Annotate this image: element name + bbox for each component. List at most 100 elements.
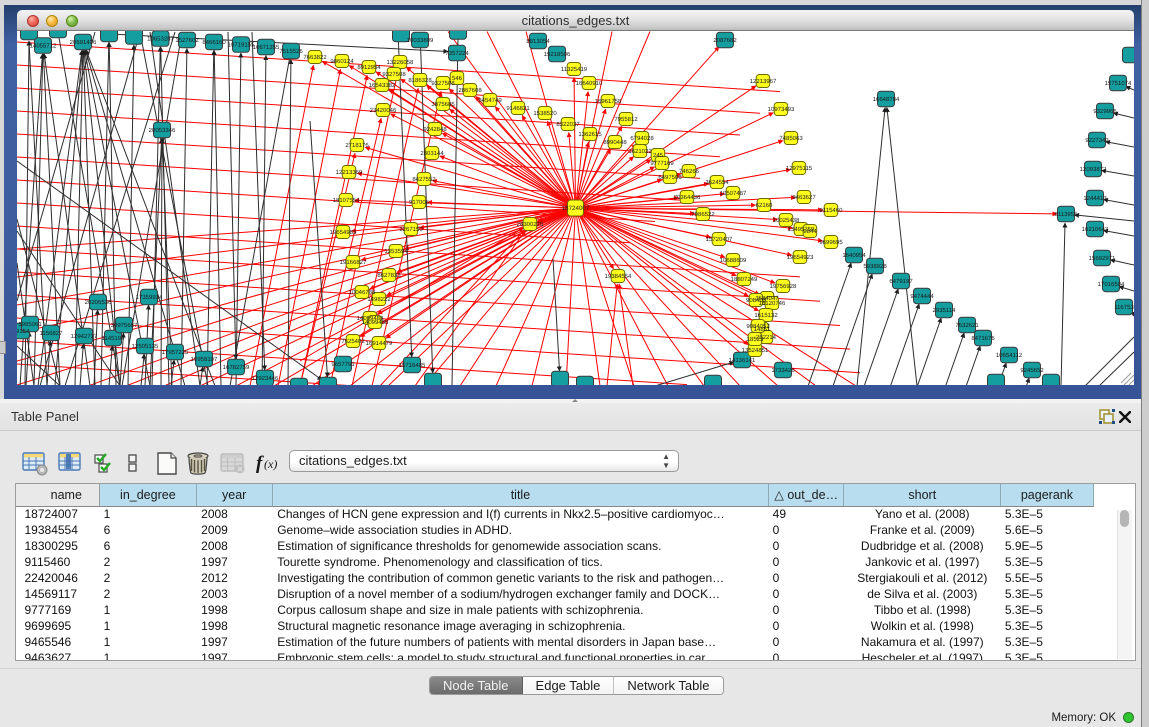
- svg-text:2087682: 2087682: [713, 37, 737, 44]
- svg-text:1538520: 1538520: [533, 110, 557, 117]
- svg-text:18107554: 18107554: [333, 197, 360, 204]
- svg-text:8912954: 8912954: [357, 64, 381, 71]
- svg-text:9084052: 9084052: [746, 323, 770, 330]
- svg-text:(x): (x): [264, 457, 277, 471]
- svg-text:14055712: 14055712: [30, 42, 57, 49]
- svg-text:546: 546: [452, 75, 463, 82]
- svg-text:15751074: 15751074: [1105, 80, 1132, 87]
- svg-text:8466160: 8466160: [202, 39, 226, 46]
- svg-text:9146821: 9146821: [506, 105, 530, 112]
- svg-text:12942737: 12942737: [71, 333, 98, 340]
- svg-text:9115460: 9115460: [820, 207, 844, 214]
- svg-text:16543382: 16543382: [369, 82, 396, 89]
- svg-text:20364436: 20364436: [674, 194, 701, 201]
- svg-text:10958107: 10958107: [191, 356, 218, 363]
- svg-text:12923446: 12923446: [252, 375, 279, 382]
- svg-text:9327508: 9327508: [382, 71, 406, 78]
- svg-text:13226058: 13226058: [387, 59, 414, 66]
- svg-text:19654923: 19654923: [787, 254, 814, 261]
- svg-text:16640910: 16640910: [576, 80, 603, 87]
- svg-text:14136141: 14136141: [729, 357, 756, 364]
- svg-text:16210643: 16210643: [1082, 226, 1109, 233]
- svg-text:10046788: 10046788: [349, 289, 376, 296]
- svg-text:18807249: 18807249: [731, 276, 758, 283]
- svg-text:1244413: 1244413: [1083, 195, 1107, 202]
- svg-text:10025438: 10025438: [773, 217, 800, 224]
- svg-text:15692971: 15692971: [1089, 255, 1116, 262]
- svg-text:8471676: 8471676: [971, 335, 995, 342]
- svg-text:10719155: 10719155: [228, 41, 255, 48]
- svg-text:20691406: 20691406: [70, 39, 97, 46]
- svg-text:9777169: 9777169: [650, 160, 674, 167]
- svg-text:3624554: 3624554: [705, 179, 729, 186]
- svg-text:1615132: 1615132: [754, 312, 778, 319]
- svg-text:7357224: 7357224: [445, 50, 469, 57]
- svg-text:19166827: 19166827: [340, 259, 367, 266]
- svg-text:2803144: 2803144: [420, 150, 444, 157]
- svg-text:3267150: 3267150: [399, 226, 423, 233]
- svg-text:5985061: 5985061: [18, 321, 42, 328]
- svg-text:1527602: 1527602: [175, 37, 199, 44]
- svg-text:16961758: 16961758: [595, 98, 622, 105]
- svg-text:16648784: 16648784: [873, 96, 900, 103]
- svg-text:11325419: 11325419: [561, 66, 588, 73]
- svg-text:7986522: 7986522: [691, 211, 715, 218]
- svg-text:10654112: 10654112: [996, 352, 1023, 359]
- svg-text:f: f: [256, 453, 264, 474]
- svg-text:15716485: 15716485: [399, 362, 426, 369]
- svg-text:30975687: 30975687: [111, 322, 138, 329]
- svg-text:9844: 9844: [803, 228, 817, 235]
- svg-text:1640954: 1640954: [842, 252, 866, 259]
- svg-text:17359934: 17359934: [136, 294, 163, 301]
- svg-text:9474444: 9474444: [910, 293, 934, 300]
- svg-text:62160: 62160: [756, 202, 773, 209]
- svg-text:8627833: 8627833: [377, 272, 401, 279]
- svg-text:5938928: 5938928: [863, 263, 887, 270]
- svg-text:6497508: 6497508: [658, 174, 682, 181]
- svg-text:7625402: 7625402: [341, 338, 365, 345]
- svg-text:1733426: 1733426: [771, 367, 795, 374]
- svg-text:8427552: 8427552: [412, 176, 436, 183]
- svg-text:12213369: 12213369: [336, 169, 363, 176]
- svg-text:18523: 18523: [747, 336, 764, 343]
- svg-text:9860124: 9860124: [330, 58, 354, 65]
- svg-text:7485063: 7485063: [779, 135, 803, 142]
- svg-text:28300275: 28300275: [517, 221, 544, 228]
- svg-text:9329966: 9329966: [1093, 108, 1117, 115]
- svg-text:14099488: 14099488: [362, 319, 389, 326]
- svg-text:7955812: 7955812: [614, 116, 638, 123]
- svg-text:12213967: 12213967: [750, 78, 777, 85]
- svg-text:1145194: 1145194: [102, 335, 126, 342]
- svg-text:39154: 39154: [17, 328, 30, 335]
- svg-text:12505135: 12505135: [132, 343, 159, 350]
- svg-text:12093872: 12093872: [1080, 166, 1107, 173]
- svg-text:8186328: 8186328: [408, 77, 432, 84]
- svg-text:1362615: 1362615: [578, 131, 602, 138]
- svg-text:9245652: 9245652: [1020, 367, 1044, 374]
- svg-text:7632621: 7632621: [955, 322, 979, 329]
- svg-text:20053346: 20053346: [149, 127, 176, 134]
- svg-text:6479197: 6479197: [889, 278, 913, 285]
- svg-text:8322037: 8322037: [556, 121, 580, 128]
- svg-text:9227342: 9227342: [1085, 137, 1109, 144]
- svg-text:2718176: 2718176: [345, 142, 369, 149]
- svg-text:7663822: 7663822: [303, 54, 327, 61]
- svg-text:16671355: 16671355: [253, 44, 280, 51]
- svg-text:9699695: 9699695: [819, 239, 843, 246]
- svg-text:1353594: 1353594: [384, 248, 408, 255]
- svg-text:10033809: 10033809: [407, 37, 434, 44]
- svg-text:10973493: 10973493: [768, 106, 795, 113]
- svg-text:10653287: 10653287: [147, 35, 174, 42]
- svg-text:2867608: 2867608: [458, 87, 482, 94]
- svg-text:9242848: 9242848: [423, 126, 447, 133]
- svg-text:23420046: 23420046: [370, 107, 397, 114]
- svg-text:9463627: 9463627: [792, 194, 816, 201]
- svg-text:10507487: 10507487: [720, 190, 747, 197]
- svg-text:17016504: 17016504: [1098, 281, 1125, 288]
- svg-text:17957225: 17957225: [162, 349, 189, 356]
- svg-text:7515526: 7515526: [279, 48, 303, 55]
- svg-text:13524851: 13524851: [742, 347, 769, 354]
- svg-text:2935114: 2935114: [933, 307, 957, 314]
- svg-text:19218506: 19218506: [544, 51, 571, 58]
- svg-text:19384554: 19384554: [605, 273, 632, 280]
